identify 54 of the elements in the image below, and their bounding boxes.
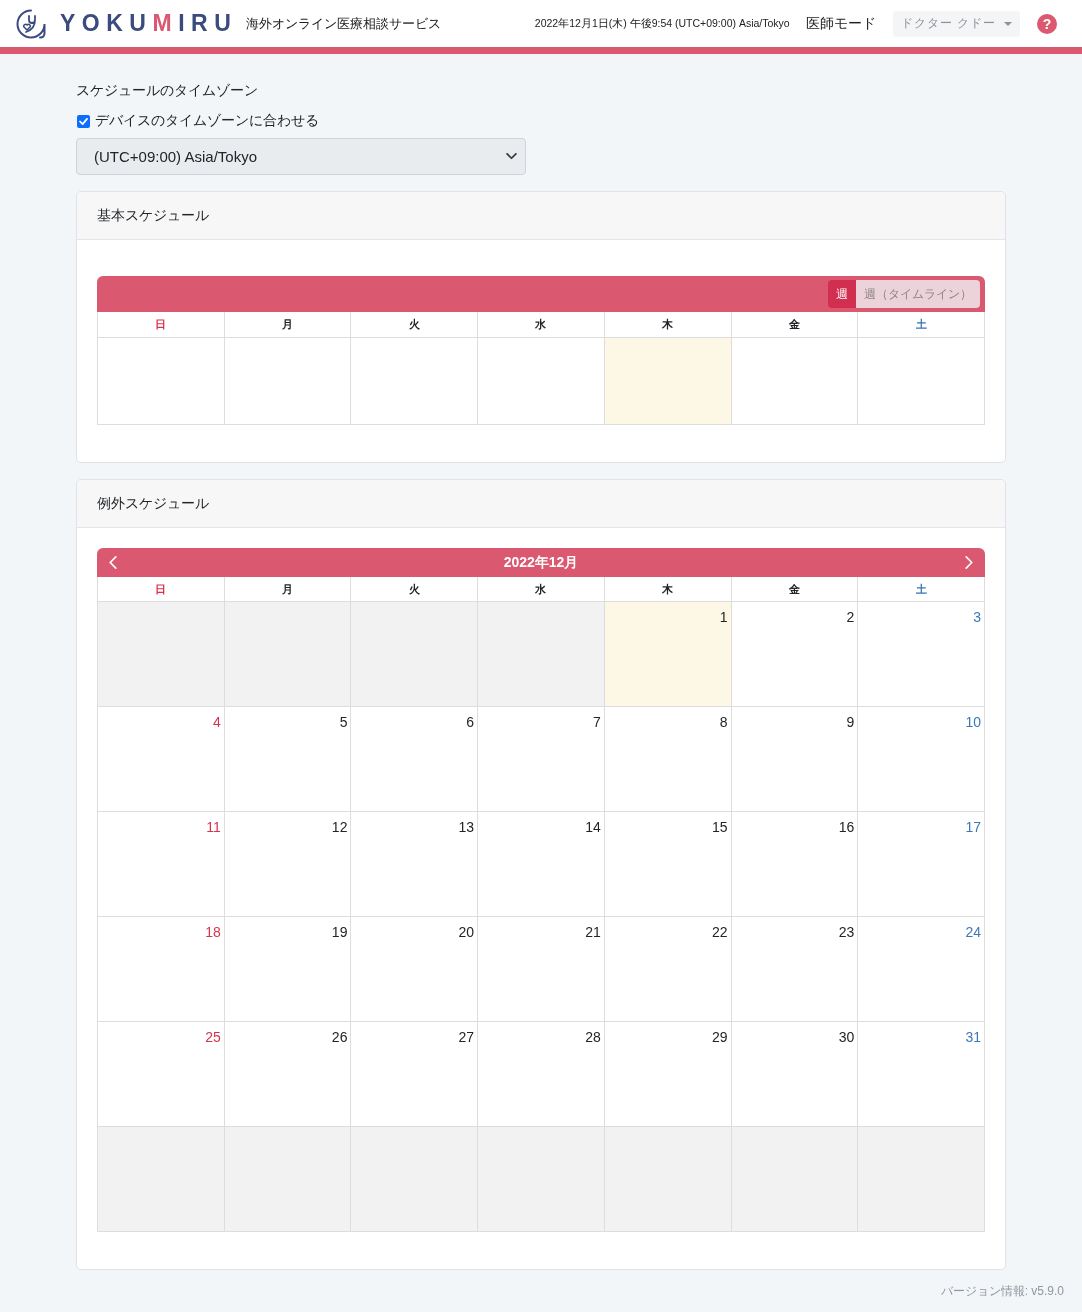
day-number: 4 <box>212 714 221 731</box>
next-month-button[interactable] <box>963 554 975 571</box>
day-number: 8 <box>719 714 728 731</box>
mode-label: 医師モード <box>805 14 876 33</box>
day-number: 5 <box>339 714 348 731</box>
day-number: 27 <box>458 1029 475 1046</box>
day-number: 7 <box>593 714 601 731</box>
version-info: バージョン情報: v5.9.0 <box>940 1283 1064 1299</box>
day-number: 18 <box>205 924 221 941</box>
day-number: 20 <box>458 924 475 941</box>
user-menu-button[interactable]: ドクター クドー <box>892 10 1020 37</box>
day-number: 11 <box>206 819 221 836</box>
day-number: 22 <box>712 924 728 941</box>
day-number: 25 <box>205 1029 221 1046</box>
tagline: 海外オンライン医療相談サービス <box>246 14 442 33</box>
day-number: 3 <box>973 609 981 626</box>
day-number: 9 <box>846 714 855 731</box>
month-title: 2022年12月 <box>503 553 579 572</box>
logo-icon <box>16 8 46 39</box>
day-number: 29 <box>712 1029 728 1046</box>
chevron-down-icon <box>506 153 517 160</box>
current-datetime: 2022年12月1日(木) 午後9:54 (UTC+09:00) Asia/Tokyo <box>534 16 790 31</box>
card-title: 基本スケジュール <box>97 206 209 225</box>
day-number: 16 <box>838 819 855 836</box>
checkmark-icon <box>79 117 88 125</box>
caret-icon <box>1004 21 1012 26</box>
checkbox[interactable] <box>77 114 90 128</box>
section-title: スケジュールのタイムゾーン <box>76 81 258 100</box>
day-number: 28 <box>585 1029 601 1046</box>
previous-month-button[interactable] <box>107 554 119 571</box>
day-number: 31 <box>965 1029 981 1046</box>
day-number: 19 <box>331 924 348 941</box>
day-number: 15 <box>712 819 728 836</box>
day-number: 6 <box>466 714 475 731</box>
checkbox-label: デバイスのタイムゾーンに合わせる <box>95 112 319 130</box>
day-number: 21 <box>585 924 601 941</box>
chevron-left-icon <box>109 556 117 569</box>
day-number: 12 <box>331 819 348 836</box>
view-toggle-button[interactable]: 週 <box>828 280 856 308</box>
day-number: 13 <box>458 819 475 836</box>
day-number: 23 <box>838 924 855 941</box>
chevron-right-icon <box>965 556 973 569</box>
day-number: 10 <box>965 714 981 731</box>
day-number: 2 <box>846 609 855 626</box>
day-number: 26 <box>331 1029 348 1046</box>
day-number: 24 <box>965 924 981 941</box>
logo-wordmark: YOKU M IRU <box>60 12 238 35</box>
day-number: 1 <box>719 609 728 626</box>
day-number: 17 <box>965 819 981 836</box>
card-title: 例外スケジュール <box>97 494 209 513</box>
view-toggle-button[interactable]: 週（タイムライン） <box>856 280 980 308</box>
day-number: 14 <box>585 819 601 836</box>
day-number: 30 <box>838 1029 855 1046</box>
help-button[interactable]: ? <box>1037 13 1057 34</box>
